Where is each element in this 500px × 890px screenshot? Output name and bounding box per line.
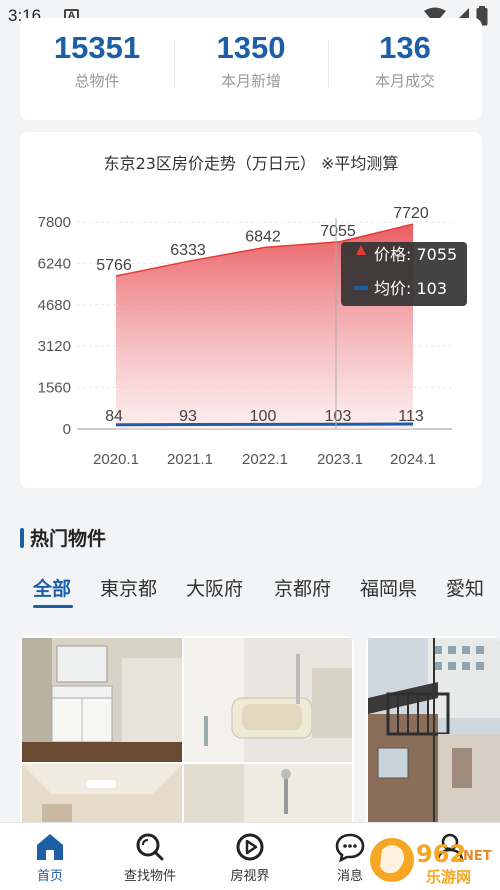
y-tick-label: 0 <box>63 421 71 438</box>
stat-total-value: 15351 <box>53 30 141 65</box>
y-tick-label: 7800 <box>38 214 71 231</box>
tab-kyoto[interactable]: 京都府 <box>274 574 331 601</box>
property-photo-washroom <box>22 638 182 762</box>
price-data-label: 6333 <box>170 242 206 259</box>
home-icon <box>37 834 63 860</box>
tab-aichi[interactable]: 愛知 <box>446 574 484 601</box>
nav-video-label: 房视界 <box>230 869 270 884</box>
x-tick-label: 2023.1 <box>317 451 363 468</box>
x-tick-label: 2021.1 <box>167 451 213 468</box>
stat-total-label: 总物件 <box>74 72 120 90</box>
nav-search-label: 查找物件 <box>123 869 176 884</box>
y-tick-label: 1560 <box>38 380 71 397</box>
nav-video[interactable]: 房视界 <box>200 831 300 884</box>
price-trend-chart[interactable]: 0 1560 3120 4680 6240 7800 2020.1 2021.1 2022.1 2… <box>20 132 482 488</box>
x-tick-label: 2024.1 <box>390 451 436 468</box>
price-trend-card: 东京23区房价走势（万日元） ※平均测算 0 1560 3120 4680 6240 78… <box>20 132 482 488</box>
active-tab-indicator <box>33 605 73 608</box>
stat-total[interactable]: 15351 总物件 <box>20 30 174 91</box>
tab-tokyo[interactable]: 東京都 <box>100 574 157 601</box>
x-tick-label: 2020.1 <box>93 451 139 468</box>
search-icon <box>136 833 164 861</box>
x-tick-label: 2022.1 <box>242 451 288 468</box>
y-tick-label: 3120 <box>38 338 71 355</box>
video-play-icon <box>236 833 264 861</box>
nav-home[interactable]: 首页 <box>0 831 100 884</box>
tooltip-avg-marker <box>354 286 368 290</box>
y-tick-label: 6240 <box>38 255 71 272</box>
tooltip-price-text: 价格: 7055 <box>374 245 457 264</box>
price-data-label: 7720 <box>393 205 429 222</box>
tab-fukuoka[interactable]: 福岡県 <box>360 574 417 601</box>
avg-data-label: 93 <box>179 408 197 425</box>
avg-data-label: 103 <box>325 408 352 425</box>
price-data-label: 7055 <box>320 223 356 240</box>
tooltip-avg-text: 均价: 103 <box>374 279 447 298</box>
stats-card: 15351 总物件 1350 本月新增 136 本月成交 <box>20 18 482 120</box>
property-card[interactable] <box>20 636 354 836</box>
message-icon <box>335 833 365 863</box>
tab-osaka[interactable]: 大阪府 <box>186 574 243 601</box>
watermark-cn: 乐游网 <box>426 868 471 886</box>
nav-search[interactable]: 查找物件 <box>100 831 200 884</box>
price-data-label: 6842 <box>245 228 281 245</box>
watermark-logo: 962 .NET 乐游网 <box>366 836 496 886</box>
section-title-text: 热门物件 <box>30 528 107 550</box>
avg-data-label: 113 <box>398 408 424 425</box>
stat-deals-label: 本月成交 <box>374 72 435 90</box>
region-tabs: 全部 東京都 大阪府 京都府 福岡県 愛知 <box>33 574 500 614</box>
property-card[interactable] <box>366 636 500 836</box>
nav-home-label: 首页 <box>36 869 63 884</box>
hot-listings-title: 热门物件 <box>20 524 106 551</box>
section-accent-bar <box>20 527 24 548</box>
property-photo-bathroom <box>184 638 352 762</box>
y-tick-label: 4680 <box>38 297 71 314</box>
stat-new-label: 本月新增 <box>220 72 281 90</box>
tab-all[interactable]: 全部 <box>33 574 71 601</box>
stat-deals[interactable]: 136 本月成交 <box>328 30 482 91</box>
stat-deals-value: 136 <box>379 30 431 65</box>
stat-new-value: 1350 <box>216 30 286 65</box>
property-photo-building <box>368 638 500 836</box>
watermark-net: .NET <box>458 849 492 864</box>
price-data-label: 5766 <box>96 257 132 274</box>
avg-data-label: 100 <box>250 408 277 425</box>
stat-new[interactable]: 1350 本月新增 <box>174 30 328 91</box>
avg-data-label: 84 <box>105 408 123 425</box>
